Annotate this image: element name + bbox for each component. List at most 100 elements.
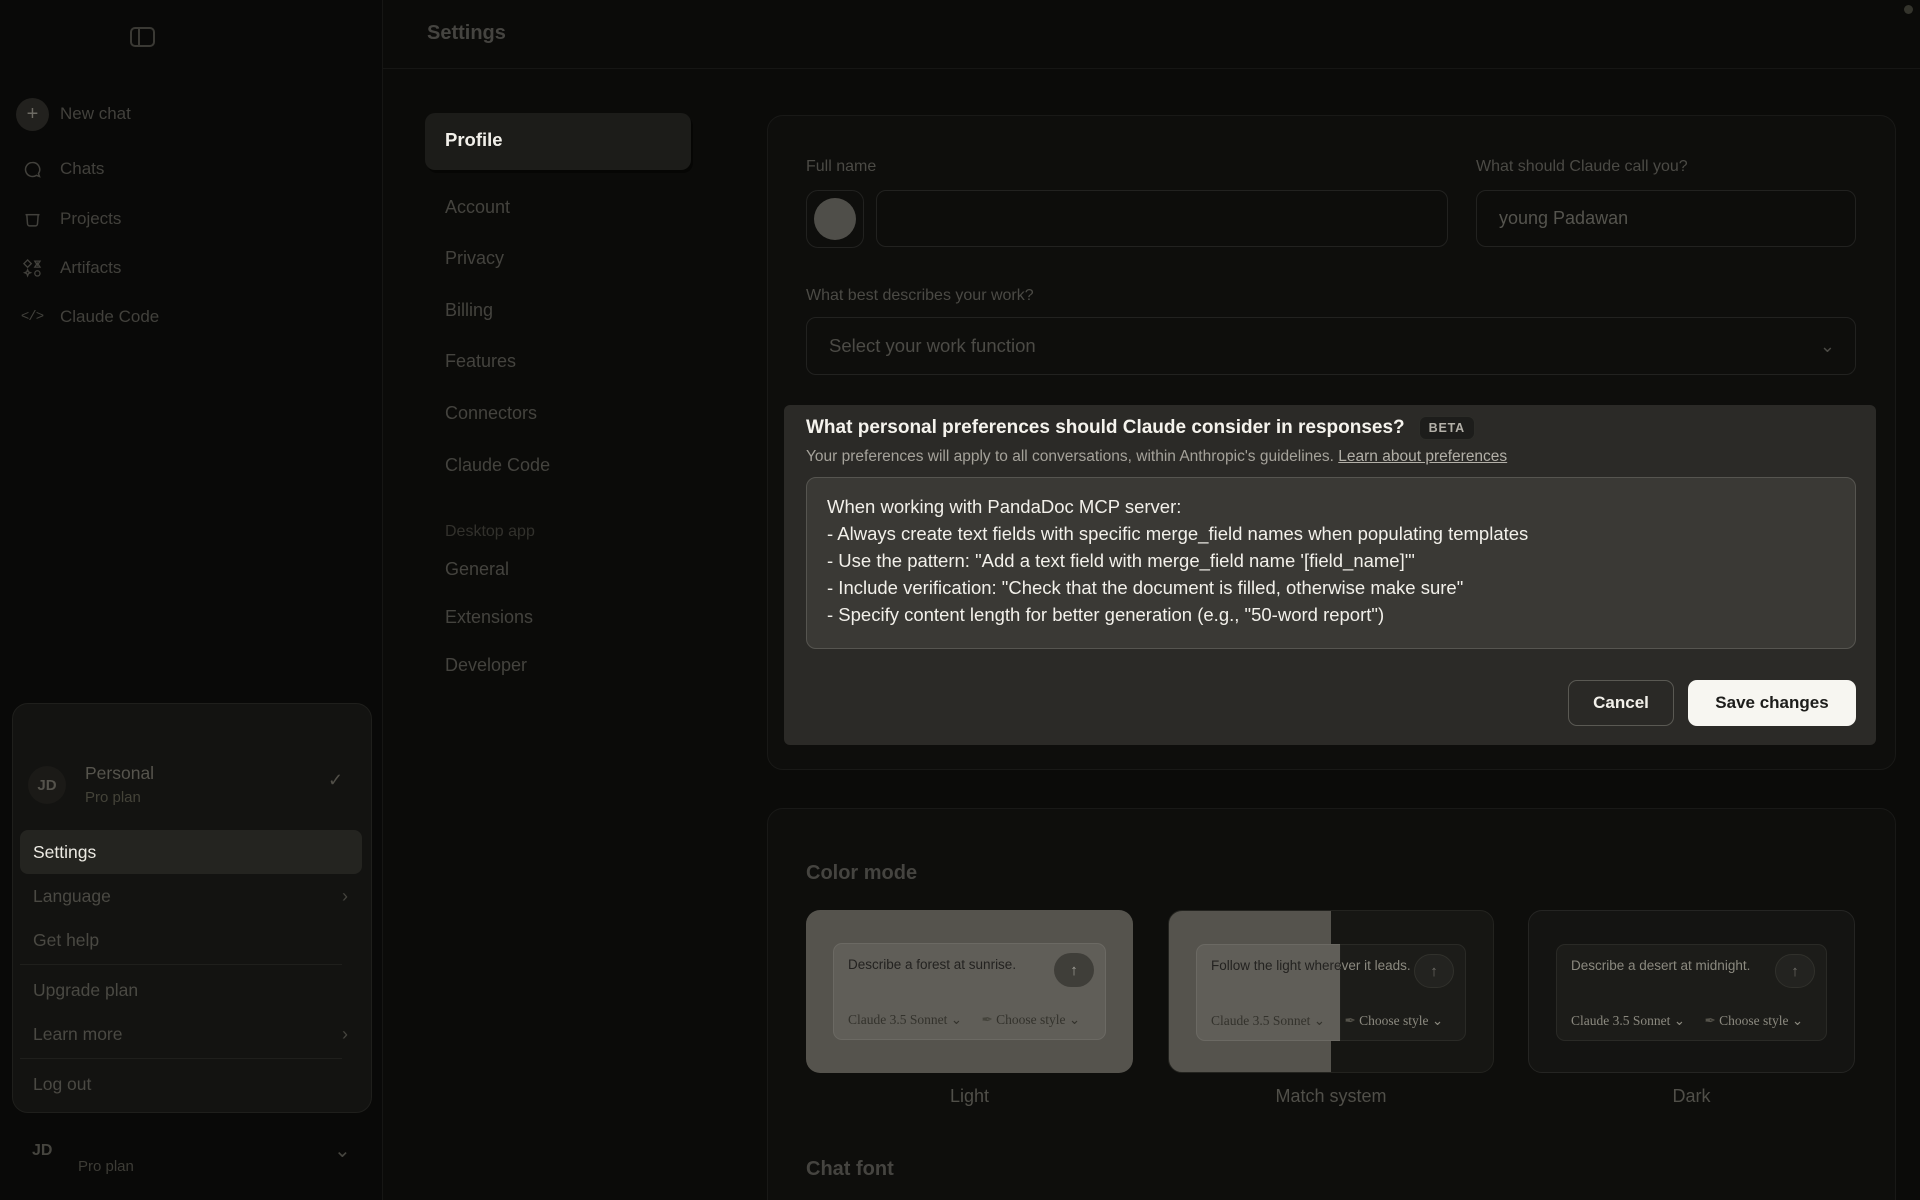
menu-divider — [20, 1058, 342, 1059]
footer-avatar[interactable]: JD — [32, 1142, 52, 1160]
sidebar-item-label: Chats — [60, 159, 104, 179]
menu-item-label: Upgrade plan — [33, 980, 138, 1001]
sidebar-toggle-icon[interactable] — [130, 27, 155, 47]
status-dot — [1904, 5, 1913, 14]
sidebar-item-artifacts[interactable]: Artifacts — [0, 251, 383, 285]
send-arrow-icon: ↑ — [1775, 954, 1815, 988]
work-function-placeholder: Select your work function — [829, 335, 1036, 357]
main-header: Settings — [383, 0, 1920, 69]
chevron-down-icon: ⌄ — [1432, 1013, 1443, 1028]
code-brackets-icon: </> — [20, 305, 44, 329]
cancel-button[interactable]: Cancel — [1568, 680, 1674, 726]
color-mode-option-dark[interactable]: Describe a desert at midnight. ↑ Claude … — [1528, 910, 1855, 1073]
preview-model-row: Claude 3.5 Sonnet ⌄ ✒ Choose style ⌄ — [848, 1012, 1080, 1028]
page-title: Settings — [427, 22, 506, 45]
avatar-circle — [814, 198, 856, 240]
settings-nav-developer[interactable]: Developer — [445, 655, 527, 676]
settings-nav-connectors[interactable]: Connectors — [445, 403, 537, 424]
model-name: Claude 3.5 Sonnet — [1211, 1013, 1310, 1028]
sidebar-item-label: Claude Code — [60, 307, 159, 327]
full-name-input[interactable] — [876, 190, 1448, 247]
style-icon: ✒ — [981, 1012, 992, 1027]
settings-nav-account[interactable]: Account — [445, 197, 510, 218]
settings-nav-features[interactable]: Features — [445, 351, 516, 372]
menu-item-label: Settings — [33, 842, 96, 863]
footer-plan: Pro plan — [78, 1158, 134, 1175]
account-plan: Pro plan — [85, 789, 141, 806]
preview-prompt: Describe a forest at sunrise. — [848, 957, 1016, 972]
work-function-select[interactable]: Select your work function ⌄ — [806, 317, 1856, 375]
menu-item-label: Get help — [33, 930, 99, 951]
profile-avatar[interactable] — [806, 190, 864, 248]
project-box-icon — [20, 207, 44, 231]
theme-preview: Describe a forest at sunrise. ↑ Claude 3… — [833, 943, 1106, 1040]
preview-model-row: Claude 3.5 Sonnet ⌄ ✒ Choose style ⌄ — [1571, 1013, 1803, 1029]
avatar: JD — [28, 766, 66, 804]
settings-nav-claude-code[interactable]: Claude Code — [445, 455, 550, 476]
sidebar-item-label: New chat — [60, 104, 131, 124]
preferences-textarea[interactable]: When working with PandaDoc MCP server: -… — [806, 477, 1856, 649]
mode-label-dark: Dark — [1528, 1086, 1855, 1107]
sidebar-item-claude-code[interactable]: </> Claude Code — [0, 300, 383, 334]
account-name: Personal — [85, 763, 154, 784]
style-icon: ✒ — [1344, 1013, 1355, 1028]
menu-item-settings[interactable]: Settings — [20, 830, 362, 874]
settings-nav-general[interactable]: General — [445, 559, 509, 580]
model-name: Claude 3.5 Sonnet — [1571, 1013, 1670, 1028]
save-changes-button[interactable]: Save changes — [1688, 680, 1856, 726]
preferences-subtitle-text: Your preferences will apply to all conve… — [806, 448, 1334, 465]
settings-nav-privacy[interactable]: Privacy — [445, 248, 504, 269]
work-label: What best describes your work? — [806, 287, 1034, 305]
checkmark-icon: ✓ — [328, 770, 343, 791]
settings-nav-profile[interactable]: Profile — [425, 113, 691, 170]
mode-label-match-system: Match system — [1168, 1086, 1494, 1107]
menu-item-get-help[interactable]: Get help — [20, 918, 362, 962]
preferences-title: What personal preferences should Claude … — [806, 417, 1405, 439]
preferences-title-row: What personal preferences should Claude … — [806, 416, 1475, 440]
sidebar-item-projects[interactable]: Projects — [0, 202, 383, 236]
settings-nav-billing[interactable]: Billing — [445, 300, 493, 321]
menu-item-log-out[interactable]: Log out — [20, 1062, 362, 1106]
chevron-down-icon: ⌄ — [951, 1012, 962, 1027]
settings-nav-label: Profile — [445, 129, 503, 151]
menu-item-label: Learn more — [33, 1024, 123, 1045]
plus-icon: + — [16, 98, 49, 131]
full-name-label: Full name — [806, 158, 876, 176]
claude-settings-window: + New chat Chats Projects Artifacts </> … — [0, 0, 1920, 1200]
chat-font-heading: Chat font — [806, 1158, 894, 1181]
sidebar-item-label: Artifacts — [60, 258, 121, 278]
chevron-down-icon[interactable]: ⌄ — [334, 1138, 351, 1163]
shapes-grid-icon — [20, 256, 44, 280]
settings-nav-section-desktop-app: Desktop app — [445, 523, 535, 541]
chevron-right-icon: › — [342, 886, 348, 907]
color-mode-option-match-system[interactable]: Follow the light wherever it leads. ↑ Cl… — [1168, 910, 1494, 1073]
sidebar-item-label: Projects — [60, 209, 121, 229]
sidebar: + New chat Chats Projects Artifacts </> … — [0, 0, 383, 1200]
call-you-label: What should Claude call you? — [1476, 158, 1688, 176]
model-name: Claude 3.5 Sonnet — [848, 1012, 947, 1027]
menu-item-label: Language — [33, 886, 111, 907]
chevron-down-icon: ⌄ — [1069, 1012, 1080, 1027]
send-arrow-icon: ↑ — [1414, 954, 1454, 988]
preview-prompt: Describe a desert at midnight. — [1571, 958, 1750, 973]
settings-nav-extensions[interactable]: Extensions — [445, 607, 533, 628]
learn-about-preferences-link[interactable]: Learn about preferences — [1338, 448, 1507, 465]
sidebar-item-new-chat[interactable]: + New chat — [0, 97, 383, 131]
menu-item-learn-more[interactable]: Learn more › — [20, 1012, 362, 1056]
choose-style-label: Choose style — [1359, 1013, 1428, 1028]
menu-divider — [20, 964, 342, 965]
chevron-down-icon: ⌄ — [1314, 1013, 1325, 1028]
mode-label-light: Light — [806, 1086, 1133, 1107]
beta-badge: BETA — [1419, 416, 1475, 440]
chevron-down-icon: ⌄ — [1820, 336, 1835, 357]
style-icon: ✒ — [1704, 1013, 1715, 1028]
sidebar-item-chats[interactable]: Chats — [0, 152, 383, 186]
chevron-down-icon: ⌄ — [1792, 1013, 1803, 1028]
color-mode-option-light[interactable]: Describe a forest at sunrise. ↑ Claude 3… — [806, 910, 1133, 1073]
choose-style-label: Choose style — [1719, 1013, 1788, 1028]
call-you-input[interactable] — [1476, 190, 1856, 247]
menu-item-upgrade-plan[interactable]: Upgrade plan — [20, 968, 362, 1012]
chat-bubble-icon — [20, 157, 44, 181]
theme-preview: Describe a desert at midnight. ↑ Claude … — [1556, 944, 1827, 1041]
menu-item-language[interactable]: Language › — [20, 874, 362, 918]
